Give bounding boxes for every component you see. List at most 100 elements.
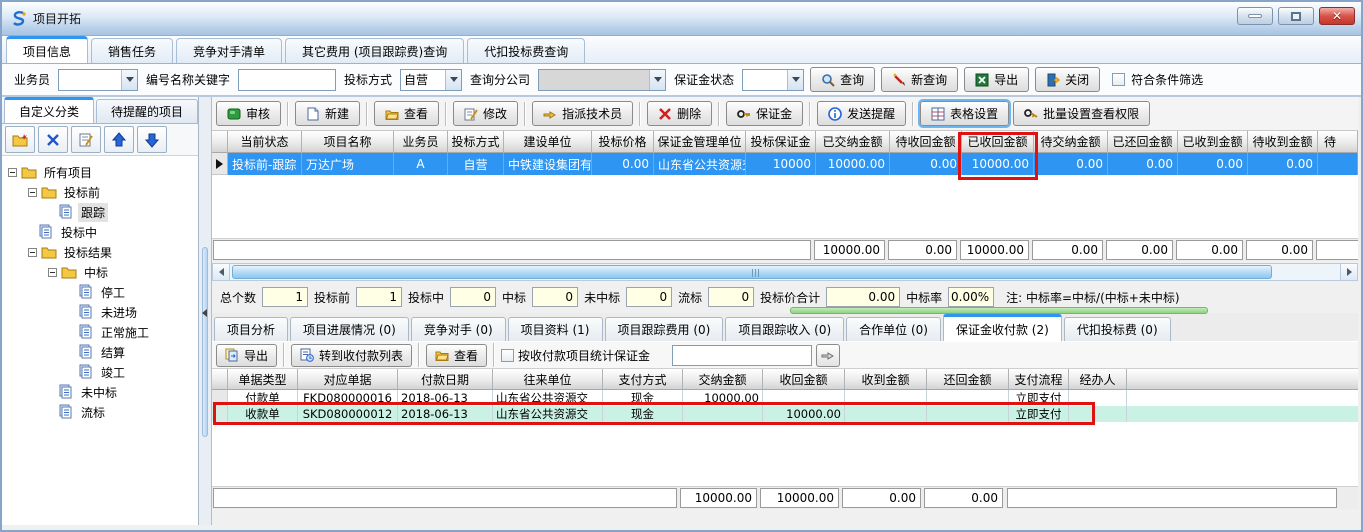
column-header[interactable]: 收到金额 <box>845 369 927 390</box>
column-header[interactable]: 待收回金额 <box>890 131 962 153</box>
project-row-selected[interactable]: 投标前-跟踪 万达广场 A 自营 中铁建设集团有限 0.00 山东省公共资源交 … <box>212 153 1358 175</box>
collapse-icon[interactable] <box>48 268 57 277</box>
tab-reminder-projects[interactable]: 待提醒的项目 <box>96 99 198 123</box>
tab-project-analysis[interactable]: 项目分析 <box>214 317 288 341</box>
apply-filter-button[interactable] <box>816 344 840 367</box>
collapse-icon[interactable] <box>8 168 17 177</box>
column-header[interactable]: 当前状态 <box>228 131 302 153</box>
collapse-icon[interactable] <box>28 248 37 257</box>
horizontal-scrollbar[interactable] <box>212 263 1358 281</box>
tab-sales-tasks[interactable]: 销售任务 <box>91 38 173 63</box>
column-header[interactable]: 建设单位 <box>504 131 592 153</box>
new-category-button[interactable] <box>5 126 35 153</box>
chevron-down-icon[interactable] <box>445 70 461 90</box>
pane-splitter-handle[interactable] <box>790 307 1208 314</box>
assign-technician-button[interactable]: 指派技术员 <box>532 101 633 126</box>
delete-button[interactable]: 删除 <box>647 101 712 126</box>
tab-partners[interactable]: 合作单位 (0) <box>846 317 941 341</box>
move-up-button[interactable] <box>104 126 134 153</box>
sidebar-splitter[interactable] <box>199 97 212 525</box>
chevron-down-icon[interactable] <box>787 70 803 90</box>
rename-category-button[interactable] <box>71 126 101 153</box>
column-header[interactable]: 已收到金额 <box>1178 131 1248 153</box>
tab-withholding-bid-fee-query[interactable]: 代扣投标费查询 <box>467 38 585 63</box>
new-button[interactable]: 新建 <box>295 101 360 126</box>
column-header[interactable]: 待 <box>1318 131 1358 153</box>
tree-item-bid-result[interactable]: 投标结果 <box>2 242 198 262</box>
column-header[interactable]: 投标方式 <box>448 131 504 153</box>
column-header[interactable]: 支付流程 <box>1009 369 1069 390</box>
scrollbar-thumb[interactable] <box>232 265 1272 279</box>
tab-competitor-list[interactable]: 竞争对手清单 <box>176 38 282 63</box>
collapse-icon[interactable] <box>28 188 37 197</box>
goto-payment-list-button[interactable]: 转到收付款列表 <box>291 344 412 367</box>
export-payments-button[interactable]: 导出 <box>216 344 277 367</box>
tree-item-tracking[interactable]: 跟踪 <box>2 202 198 222</box>
deposit-button[interactable]: 保证金 <box>726 101 803 126</box>
column-header[interactable]: 付款日期 <box>398 369 493 390</box>
delete-category-button[interactable] <box>38 126 68 153</box>
column-header[interactable]: 待交纳金额 <box>1034 131 1108 153</box>
salesman-select[interactable] <box>58 69 138 91</box>
tree-item-suspended[interactable]: 停工 <box>2 282 198 302</box>
payment-filter-input[interactable] <box>672 345 812 366</box>
column-header[interactable]: 待收到金额 <box>1248 131 1318 153</box>
tab-project-progress[interactable]: 项目进展情况 (0) <box>290 317 409 341</box>
column-header[interactable]: 投标保证金 <box>746 131 816 153</box>
column-header[interactable]: 业务员 <box>394 131 448 153</box>
column-header[interactable]: 单据类型 <box>228 369 298 390</box>
column-header[interactable]: 支付方式 <box>603 369 683 390</box>
tab-custom-categories[interactable]: 自定义分类 <box>4 97 94 123</box>
new-query-button[interactable]: 新查询 <box>881 67 958 92</box>
tree-item-normal-construction[interactable]: 正常施工 <box>2 322 198 342</box>
table-settings-button[interactable]: 表格设置 <box>920 101 1009 126</box>
tree-item-completed[interactable]: 竣工 <box>2 362 198 382</box>
column-header[interactable]: 对应单据 <box>298 369 398 390</box>
column-header[interactable]: 收回金额 <box>763 369 845 390</box>
tab-project-info[interactable]: 项目信息 <box>6 36 88 63</box>
column-header[interactable]: 还回金额 <box>927 369 1009 390</box>
tab-other-fees-query[interactable]: 其它费用 (项目跟踪费)查询 <box>285 38 464 63</box>
batch-permission-button[interactable]: 批量设置查看权限 <box>1013 101 1150 126</box>
view-payment-button[interactable]: 查看 <box>426 344 487 367</box>
column-header[interactable]: 投标价格 <box>592 131 654 153</box>
column-header[interactable]: 保证金管理单位 <box>654 131 746 153</box>
tab-project-docs[interactable]: 项目资料 (1) <box>508 317 603 341</box>
chevron-down-icon[interactable] <box>649 70 665 90</box>
tree-item-not-entered[interactable]: 未进场 <box>2 302 198 322</box>
column-header[interactable]: 已收回金额 <box>962 131 1034 153</box>
branch-select[interactable] <box>538 69 666 91</box>
tree-item-won[interactable]: 中标 <box>2 262 198 282</box>
tree-item-failed-bid[interactable]: 流标 <box>2 402 198 422</box>
column-header[interactable]: 经办人 <box>1069 369 1127 390</box>
tab-tracking-fee[interactable]: 项目跟踪费用 (0) <box>605 317 724 341</box>
send-reminder-button[interactable]: 发送提醒 <box>817 101 906 126</box>
bid-method-select[interactable]: 自营 <box>400 69 462 91</box>
tab-competitors[interactable]: 竞争对手 (0) <box>411 317 506 341</box>
audit-button[interactable]: 审核 <box>216 101 281 126</box>
stat-by-payment-checkbox[interactable] <box>501 349 514 362</box>
export-button[interactable]: 导出 <box>964 67 1029 92</box>
payment-row-selected[interactable]: 收款单 SKD080000012 2018-06-13 山东省公共资源交 现金 … <box>212 406 1358 422</box>
filter-checkbox[interactable] <box>1112 73 1125 86</box>
modify-button[interactable]: 修改 <box>453 101 518 126</box>
splitter-thumb[interactable] <box>202 247 208 437</box>
maximize-button[interactable] <box>1278 7 1314 25</box>
payment-row[interactable]: 付款单 FKD080000016 2018-06-13 山东省公共资源交 现金 … <box>212 390 1358 406</box>
tree-item-not-won[interactable]: 未中标 <box>2 382 198 402</box>
close-button[interactable]: ✕ <box>1319 7 1355 25</box>
tab-deposit-payments[interactable]: 保证金收付款 (2) <box>943 314 1062 341</box>
scroll-left-button[interactable] <box>213 264 230 280</box>
column-header[interactable]: 项目名称 <box>302 131 394 153</box>
tab-withholding-bid-fee[interactable]: 代扣投标费 (0) <box>1064 317 1171 341</box>
keyword-input[interactable] <box>238 69 336 91</box>
collapse-left-icon[interactable] <box>202 309 207 317</box>
column-header[interactable]: 已交纳金额 <box>816 131 890 153</box>
move-down-button[interactable] <box>137 126 167 153</box>
column-header[interactable]: 往来单位 <box>493 369 603 390</box>
tree-item-settlement[interactable]: 结算 <box>2 342 198 362</box>
query-button[interactable]: 查询 <box>810 67 875 92</box>
tree-item-all-projects[interactable]: 所有项目 <box>2 162 198 182</box>
tree-item-bidding[interactable]: 投标中 <box>2 222 198 242</box>
tab-tracking-income[interactable]: 项目跟踪收入 (0) <box>725 317 844 341</box>
